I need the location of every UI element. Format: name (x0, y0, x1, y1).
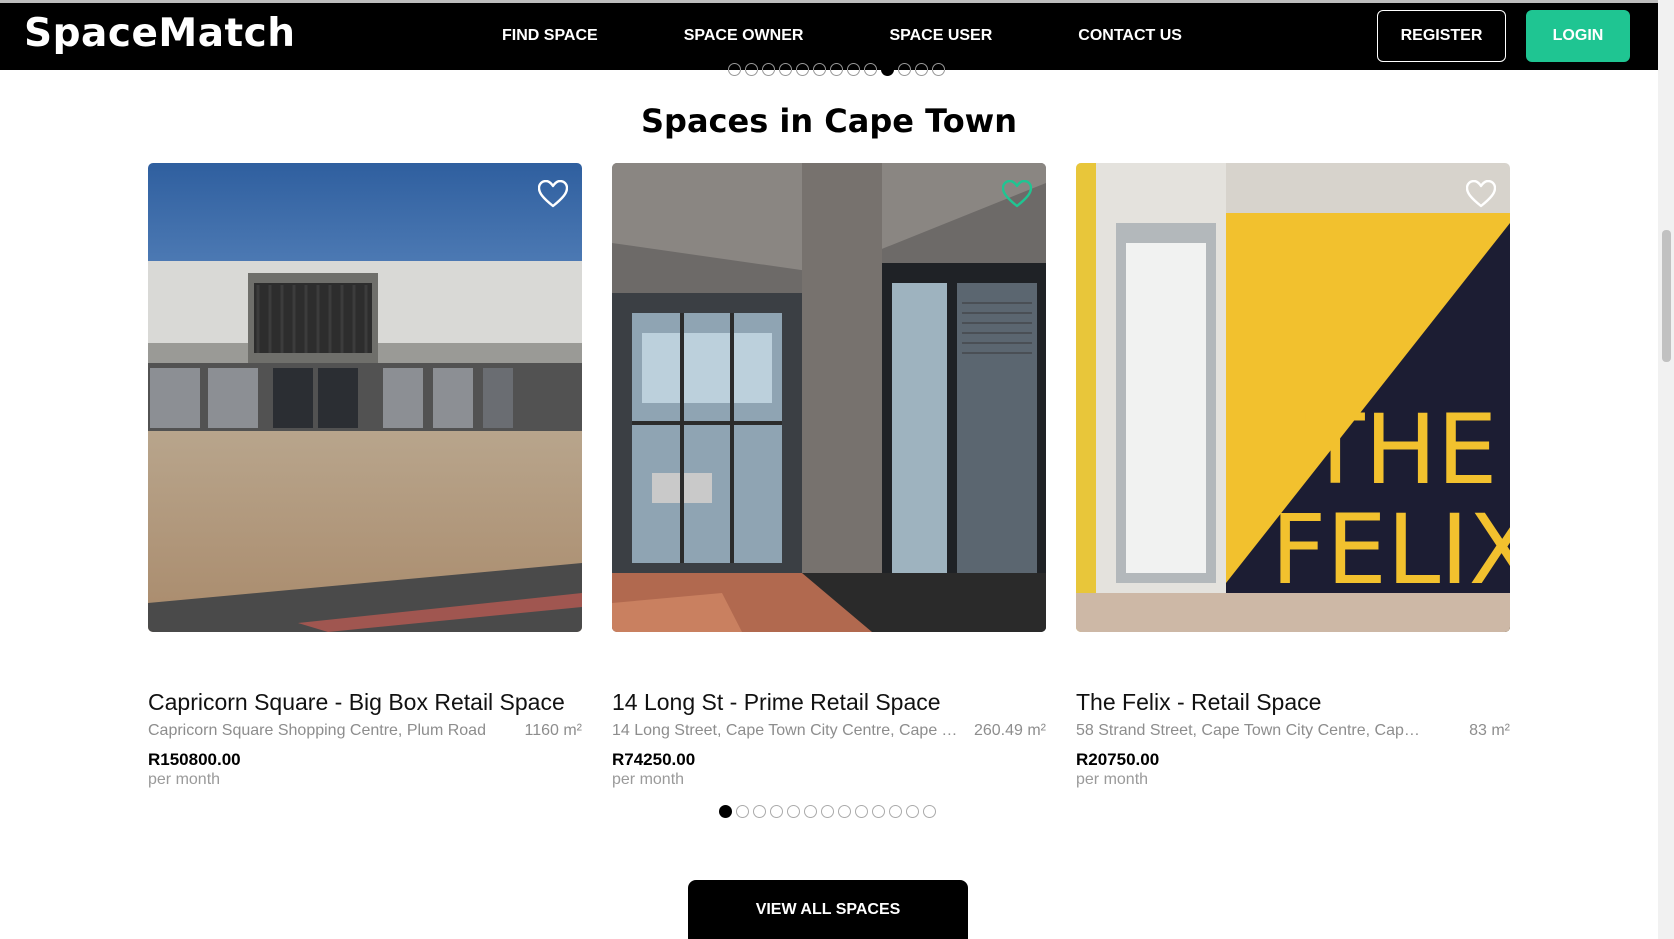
listing-area: 83 m² (1469, 722, 1510, 739)
capricorn-square-photo (148, 163, 582, 632)
listing-period: per month (148, 771, 221, 788)
carousel-dot[interactable] (932, 63, 945, 76)
heart-outline-icon[interactable] (1466, 180, 1496, 208)
listing-period: per month (612, 771, 685, 788)
carousel-dot[interactable] (821, 805, 834, 818)
carousel-dots (719, 805, 936, 818)
nav-space-owner[interactable]: SPACE OWNER (684, 27, 804, 45)
listing-title[interactable]: Capricorn Square - Big Box Retail Space (148, 689, 582, 716)
nav-find-space[interactable]: FIND SPACE (502, 27, 598, 45)
listing-address: 14 Long Street, Cape Town City Centre, C… (612, 722, 962, 739)
listing-card[interactable]: Capricorn Square - Big Box Retail Space … (148, 163, 582, 789)
felix-sign-line1: THE (1305, 394, 1497, 506)
carousel-dot[interactable] (855, 805, 868, 818)
long-street-photo (612, 163, 1046, 632)
carousel-dot[interactable] (796, 63, 809, 76)
page-scrollbar[interactable] (1658, 0, 1674, 939)
carousel-dot[interactable] (830, 63, 843, 76)
listing-meta: 14 Long Street, Cape Town City Centre, C… (612, 722, 1046, 740)
listing-price: R150800.00 (148, 750, 241, 769)
carousel-dot[interactable] (889, 805, 902, 818)
carousel-dot[interactable] (915, 63, 928, 76)
carousel-dot[interactable] (762, 63, 775, 76)
login-button[interactable]: LOGIN (1526, 10, 1630, 62)
listing-image[interactable] (612, 163, 1046, 632)
listing-address: 58 Strand Street, Cape Town City Centre,… (1076, 722, 1426, 739)
listing-price: R20750.00 (1076, 750, 1160, 769)
carousel-dot[interactable] (779, 63, 792, 76)
scrollbar-thumb[interactable] (1662, 230, 1671, 362)
carousel-dot[interactable] (847, 63, 860, 76)
carousel-dot[interactable] (923, 805, 936, 818)
carousel-dot[interactable] (864, 63, 877, 76)
carousel-dot[interactable] (813, 63, 826, 76)
carousel-dot[interactable] (872, 805, 885, 818)
listing-title[interactable]: The Felix - Retail Space (1076, 689, 1510, 716)
carousel-dot[interactable] (770, 805, 783, 818)
listing-meta: 58 Strand Street, Cape Town City Centre,… (1076, 722, 1510, 740)
nav-space-user[interactable]: SPACE USER (889, 27, 992, 45)
top-navbar: SpaceMatch FIND SPACE SPACE OWNER SPACE … (0, 0, 1658, 70)
listing-card[interactable]: THE FELIX The Felix - Retail Space 58 St… (1076, 163, 1510, 789)
listing-image[interactable] (148, 163, 582, 632)
carousel-dot[interactable] (881, 63, 894, 76)
listing-area: 1160 m² (524, 722, 582, 739)
heart-outline-icon[interactable] (538, 180, 568, 208)
the-felix-photo: THE FELIX (1076, 163, 1510, 632)
carousel-dot[interactable] (804, 805, 817, 818)
carousel-dot[interactable] (906, 805, 919, 818)
listing-price: R74250.00 (612, 750, 696, 769)
carousel-dot[interactable] (838, 805, 851, 818)
previous-carousel-dots (728, 63, 945, 76)
listing-title[interactable]: 14 Long St - Prime Retail Space (612, 689, 1046, 716)
carousel-dot[interactable] (753, 805, 766, 818)
carousel-dot[interactable] (728, 63, 741, 76)
page: SpaceMatch FIND SPACE SPACE OWNER SPACE … (0, 0, 1674, 939)
listing-card[interactable]: 14 Long St - Prime Retail Space 14 Long … (612, 163, 1046, 789)
carousel-dot[interactable] (719, 805, 732, 818)
nav-links: FIND SPACE SPACE OWNER SPACE USER CONTAC… (502, 27, 1268, 45)
view-all-spaces-button[interactable]: VIEW ALL SPACES (688, 880, 968, 939)
carousel-dot[interactable] (745, 63, 758, 76)
listing-address: Capricorn Square Shopping Centre, Plum R… (148, 722, 486, 739)
carousel-dot[interactable] (898, 63, 911, 76)
logo[interactable]: SpaceMatch (24, 11, 296, 56)
listing-image[interactable]: THE FELIX (1076, 163, 1510, 632)
section-title: Spaces in Cape Town (640, 102, 1018, 140)
carousel-dot[interactable] (787, 805, 800, 818)
nav-contact-us[interactable]: CONTACT US (1078, 27, 1182, 45)
listing-area: 260.49 m² (973, 722, 1046, 739)
carousel-dot[interactable] (736, 805, 749, 818)
listing-meta: Capricorn Square Shopping Centre, Plum R… (148, 722, 582, 740)
felix-sign-line2: FELIX (1271, 494, 1510, 606)
register-button[interactable]: REGISTER (1377, 10, 1506, 62)
heart-outline-icon-active[interactable] (1002, 180, 1032, 208)
listing-period: per month (1076, 771, 1149, 788)
